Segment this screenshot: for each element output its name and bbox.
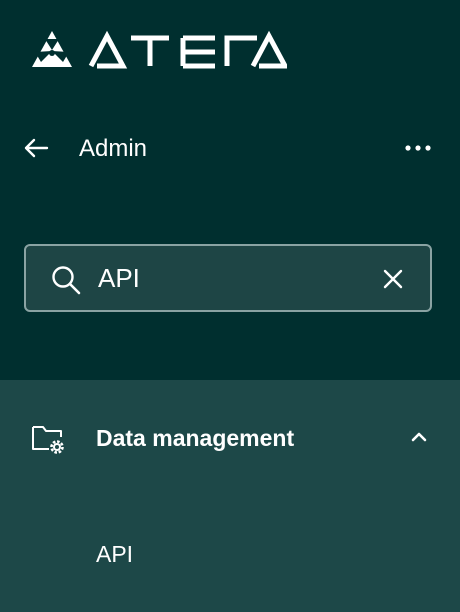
chevron-up-icon[interactable]: [408, 426, 430, 448]
more-horizontal-icon: [405, 145, 431, 151]
admin-header: Admin: [0, 126, 460, 170]
page-title: Admin: [79, 135, 148, 162]
back-button[interactable]: [20, 132, 52, 164]
search-results-panel: Data management API: [0, 380, 460, 612]
atera-logo[interactable]: [31, 30, 287, 70]
atera-logo-mark-icon: [32, 31, 72, 67]
arrow-left-icon: [24, 138, 49, 158]
result-item-api[interactable]: API: [96, 540, 133, 568]
more-options-button[interactable]: [400, 132, 436, 164]
search-input[interactable]: [98, 258, 368, 298]
search-box: [24, 244, 432, 312]
section-title: Data management: [96, 425, 295, 451]
close-icon: [383, 269, 403, 289]
admin-sidebar: Admin Data m: [0, 0, 460, 612]
section-data-management[interactable]: Data management: [0, 408, 460, 468]
atera-logo-wordmark: [88, 30, 287, 69]
clear-search-button[interactable]: [378, 264, 408, 294]
search-icon: [52, 266, 81, 295]
folder-settings-icon: [32, 426, 64, 454]
